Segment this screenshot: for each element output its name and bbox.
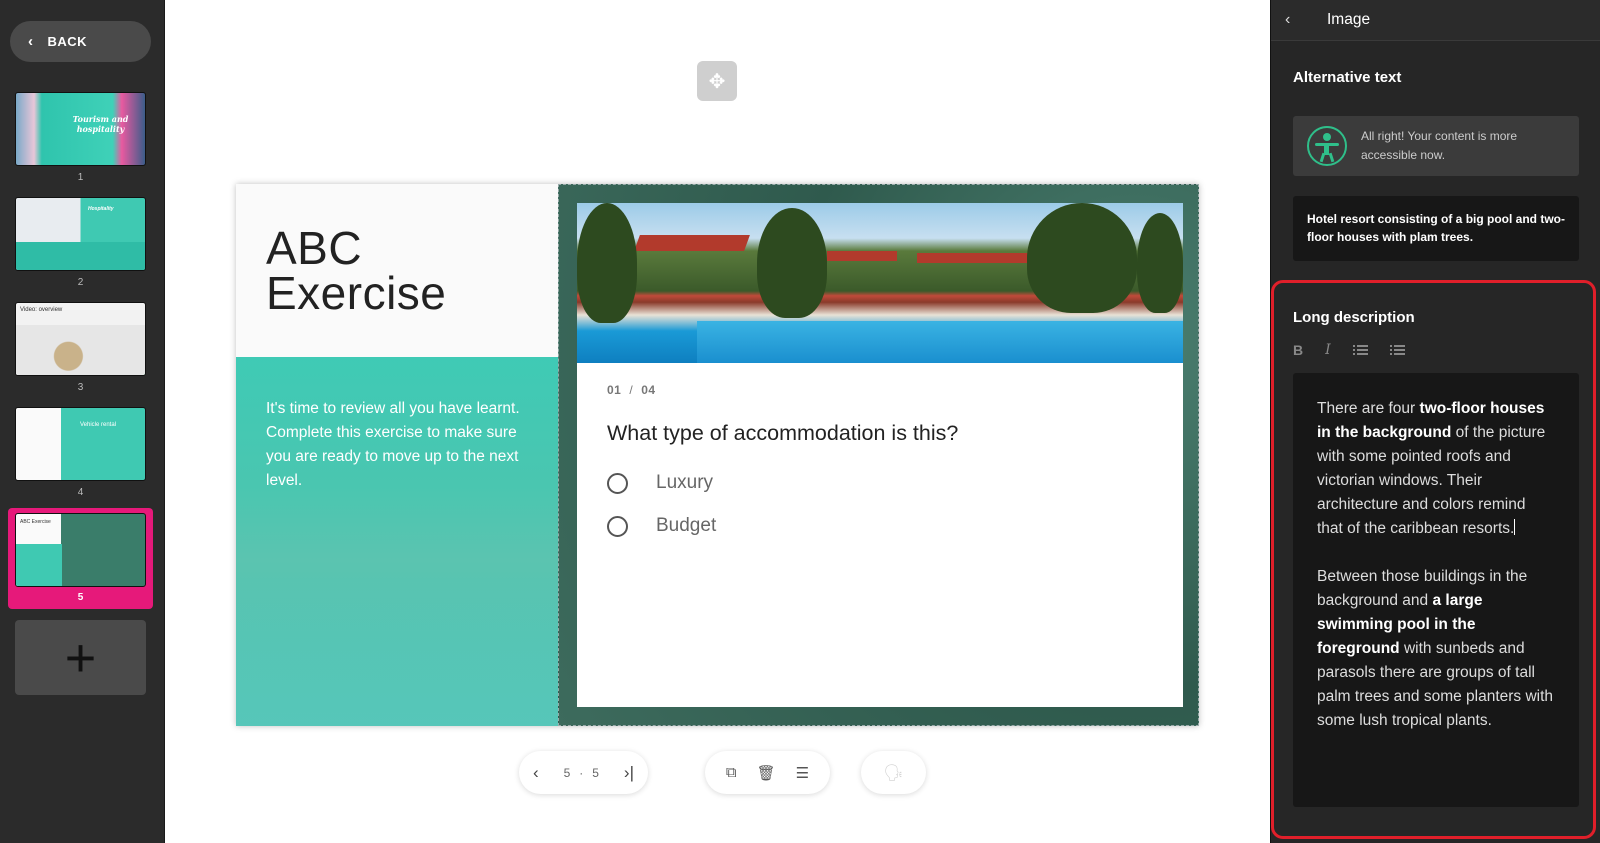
slide-thumbnail-3[interactable]: Video: overview 3 <box>8 300 153 396</box>
slide-thumbnail-image: Hospitality <box>15 197 146 271</box>
counter-current: 01 <box>607 383 622 397</box>
slide-title-line: Exercise <box>266 267 447 319</box>
option-label: Budget <box>656 515 717 536</box>
panel-header: ‹ Image <box>1271 0 1600 41</box>
slide-description[interactable]: It's time to review all you have learnt.… <box>266 397 531 493</box>
option-luxury[interactable]: Luxury <box>607 472 713 494</box>
radio-button[interactable] <box>607 472 628 494</box>
radio-button[interactable] <box>607 515 628 537</box>
slide-title-line: ABC <box>266 222 363 274</box>
slide-number: 2 <box>77 277 84 288</box>
option-budget[interactable]: Budget <box>607 515 716 537</box>
slide-thumbnail-image: Video: overview <box>15 302 146 376</box>
trash-icon[interactable]: 🗑 <box>757 764 776 782</box>
chevron-left-icon[interactable]: ‹ <box>1285 11 1305 29</box>
slide-thumbnail-2[interactable]: Hospitality 2 <box>8 195 153 291</box>
long-description-highlight <box>1271 280 1596 839</box>
slide-title[interactable]: ABC Exercise <box>266 222 447 319</box>
page-current: 5 <box>563 765 571 780</box>
thumbnail-title: Hospitality <box>88 206 114 212</box>
slide-number: 3 <box>77 382 84 393</box>
slide-thumbnail-image: Vehicle rental <box>15 407 146 481</box>
plus-icon: + <box>64 627 97 688</box>
question-text[interactable]: What type of accommodation is this? <box>607 421 958 446</box>
counter-separator: / <box>629 383 634 397</box>
slides-sidebar: ‹ BACK Tourism and hospitality 1 Hospita… <box>0 0 165 843</box>
voice-over-button[interactable]: 🗣 <box>861 751 926 794</box>
accessibility-message: All right! Your content is more accessib… <box>1361 129 1518 162</box>
speaker-person-icon: 🗣 <box>883 764 904 782</box>
back-button-label: BACK <box>47 34 88 49</box>
accessibility-icon <box>1307 126 1347 166</box>
slide-thumbnail-image: ABC Exercise <box>15 513 146 587</box>
accessibility-status: All right! Your content is more accessib… <box>1293 116 1579 176</box>
slide-title-area: ABC Exercise <box>236 184 558 357</box>
checklist-icon[interactable]: ☰ <box>796 764 809 782</box>
question-counter: 01 / 04 <box>607 383 656 397</box>
slide-tools: ⧉ 🗑 ☰ <box>705 751 830 794</box>
thumbnail-title: Video: overview <box>20 307 63 313</box>
slide-canvas: ABC Exercise It's time to review all you… <box>236 184 1199 726</box>
add-slide-button[interactable]: + <box>15 620 146 695</box>
thumbnail-title: Tourism and hospitality <box>72 114 129 134</box>
chevron-left-icon: ‹ <box>28 33 34 50</box>
slide-number: 1 <box>77 172 84 183</box>
slide-number: 5 <box>77 592 84 603</box>
previous-slide-icon[interactable]: ‹ <box>533 763 539 783</box>
slide-background-image: 01 / 04 What type of accommodation is this… <box>558 184 1199 726</box>
counter-total: 04 <box>641 383 656 397</box>
alt-text-field[interactable]: Hotel resort consisting of a big pool an… <box>1293 196 1579 261</box>
question-card: 01 / 04 What type of accommodation is this… <box>577 203 1183 707</box>
slide-thumbnail-1[interactable]: Tourism and hospitality 1 <box>8 90 153 186</box>
move-handle-icon[interactable]: ✥ <box>697 61 737 101</box>
slide-thumbnail-5[interactable]: ABC Exercise 5 <box>8 508 153 609</box>
thumbnail-title: Vehicle rental <box>80 422 117 428</box>
pagination-control: ‹ 5 · 5 ›| <box>519 751 648 794</box>
slide-thumbnail-4[interactable]: Vehicle rental 4 <box>8 405 153 501</box>
option-label: Luxury <box>656 472 714 493</box>
page-total: 5 <box>592 765 599 780</box>
resort-image[interactable] <box>577 203 1183 363</box>
panel-title: Image <box>1327 11 1371 28</box>
last-slide-icon[interactable]: ›| <box>624 763 634 783</box>
page-separator: · <box>579 765 584 780</box>
duplicate-icon[interactable]: ⧉ <box>726 764 737 781</box>
back-button[interactable]: ‹ BACK <box>10 21 151 62</box>
slide-thumbnail-image: Tourism and hospitality <box>15 92 146 166</box>
slide-description-area: It's time to review all you have learnt.… <box>236 357 558 726</box>
slide-number: 4 <box>77 487 84 498</box>
alt-text-heading: Alternative text <box>1293 69 1402 86</box>
thumbnail-title: ABC Exercise <box>20 519 51 525</box>
